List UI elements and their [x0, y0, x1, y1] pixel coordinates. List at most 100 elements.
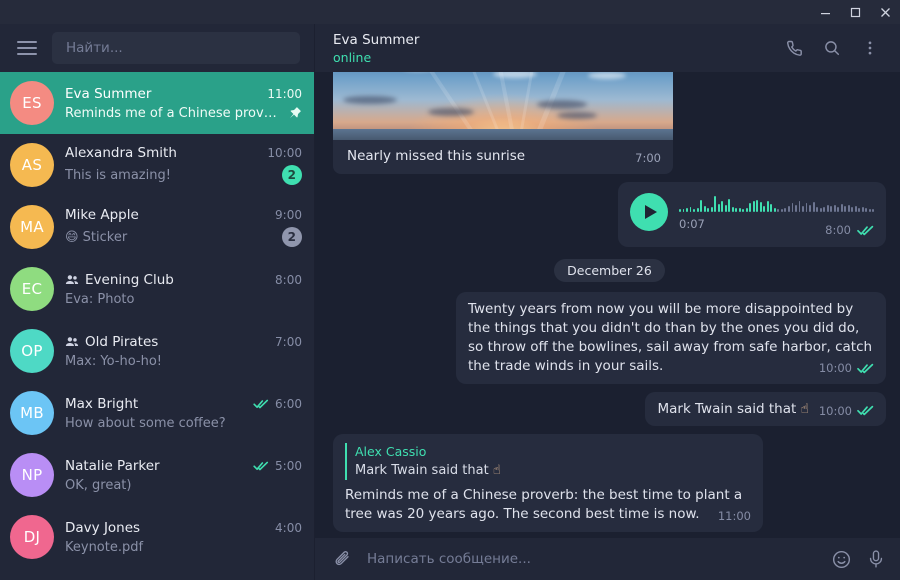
chat-header-title[interactable]: Eva Summer online [333, 32, 768, 65]
waveform-bar [766, 201, 769, 213]
waveform-bar [707, 208, 710, 213]
voice-waveform[interactable] [679, 192, 875, 213]
chat-list-item[interactable]: MA Mike Apple 9:00 😄 Sticker 2 [0, 196, 314, 258]
chat-header-actions [778, 32, 886, 64]
smiley-icon[interactable] [831, 549, 852, 570]
waveform-bar [745, 208, 748, 213]
waveform-bar [805, 203, 808, 213]
waveform-bar [868, 209, 871, 213]
waveform-bar [872, 209, 875, 213]
microphone-icon[interactable] [866, 549, 886, 569]
photo-message-bubble[interactable]: Nearly missed this sunrise 7:00 [333, 72, 673, 175]
quote-message-bubble[interactable]: Twenty years from now you will be more d… [456, 291, 886, 384]
chat-item-name: Davy Jones [65, 519, 141, 536]
chat-item-bottom-row: OK, great) [65, 478, 302, 493]
chat-list-item[interactable]: OP Old Pirates 7:00 Max: Yo-ho-ho! [0, 320, 314, 382]
waveform-bar [689, 207, 692, 213]
waveform-bar [749, 203, 752, 213]
chat-item-top-row: Eva Summer 11:00 [65, 86, 302, 102]
pin-icon [288, 106, 302, 120]
chat-item-name: Evening Club [85, 271, 174, 288]
reply-message-bubble[interactable]: Alex Cassio Mark Twain said that ☝ Remin… [333, 433, 763, 532]
chat-list-item[interactable]: NP Natalie Parker 5:00 OK, great) [0, 444, 314, 506]
chat-item-preview: Keynote.pdf [65, 539, 144, 555]
date-divider-label: December 26 [554, 258, 665, 282]
waveform-bar [847, 205, 850, 213]
chat-item-top-row: Davy Jones 4:00 [65, 520, 302, 536]
date-divider: December 26 [333, 258, 886, 282]
waveform-bar [837, 207, 840, 213]
search-icon[interactable] [816, 32, 848, 64]
chat-item-top-row: Mike Apple 9:00 [65, 207, 302, 223]
waveform-bar [742, 209, 745, 213]
chat-item-time: 9:00 [275, 208, 302, 222]
message-list[interactable]: Nearly missed this sunrise 7:00 0:07 8:0… [315, 72, 900, 538]
avatar: OP [10, 329, 54, 373]
chat-list-item[interactable]: EC Evening Club 8:00 Eva: Photo [0, 258, 314, 320]
more-vertical-icon[interactable] [854, 32, 886, 64]
chat-item-bottom-row: Max: Yo-ho-ho! [65, 354, 302, 369]
waveform-bar [770, 204, 773, 213]
waveform-bar [724, 205, 727, 213]
waveform-bar [777, 209, 780, 213]
chat-list-item[interactable]: DJ Davy Jones 4:00 Keynote.pdf [0, 506, 314, 568]
chat-item-preview: How about some coffee? [65, 415, 226, 431]
double-check-icon [253, 399, 269, 409]
reply-quote[interactable]: Alex Cassio Mark Twain said that ☝ [345, 442, 751, 481]
chat-item-name: Old Pirates [85, 333, 159, 350]
phone-icon[interactable] [778, 32, 810, 64]
reply-message-meta: 11:00 [718, 508, 751, 524]
waveform-bar [759, 202, 762, 213]
message-row-attribution: Mark Twain said that ☝ 10:00 [333, 391, 886, 426]
waveform-bar [700, 200, 703, 213]
sidebar: Найти... ES Eva Summer 11:00 Reminds me of … [0, 24, 315, 580]
chat-item-preview: This is amazing! [65, 167, 171, 183]
chat-item-name: Natalie Parker [65, 457, 160, 474]
reply-quote-body: Mark Twain said that [355, 462, 489, 478]
chat-item-content: Eva Summer 11:00 Reminds me of a Chinese p… [65, 86, 302, 121]
window-maximize-button[interactable] [840, 0, 870, 24]
double-check-icon [857, 225, 874, 236]
avatar: ES [10, 81, 54, 125]
window-minimize-button[interactable] [810, 0, 840, 24]
message-input[interactable]: Написать сообщение... [367, 551, 817, 567]
waveform-bar [731, 207, 734, 213]
waveform-bar [756, 200, 759, 213]
waveform-bar [865, 208, 868, 213]
chat-item-name: Eva Summer [65, 85, 152, 102]
waveform-bar [752, 201, 755, 213]
waveform-bar [703, 206, 706, 213]
waveform-bar [717, 204, 720, 213]
chat-pane: Eva Summer online Nearly missed this sun… [315, 24, 900, 580]
reply-message-text: Reminds me of a Chinese proverb: the bes… [345, 487, 743, 523]
hamburger-menu-icon[interactable] [12, 33, 42, 63]
waveform-bar [802, 206, 804, 213]
chat-item-bottom-row: Reminds me of a Chinese prover... [65, 106, 302, 121]
waveform-bar [763, 206, 766, 213]
avatar: AS [10, 143, 54, 187]
search-input[interactable]: Найти... [52, 32, 300, 64]
waveform-bar [679, 209, 681, 213]
attribution-message-bubble[interactable]: Mark Twain said that ☝ 10:00 [645, 391, 886, 426]
chat-item-name: Alexandra Smith [65, 145, 177, 161]
waveform-bar [823, 207, 826, 213]
waveform-bar [787, 206, 790, 213]
voice-message-bubble[interactable]: 0:07 8:00 [618, 182, 886, 247]
chat-item-time: 5:00 [275, 458, 302, 473]
paperclip-icon[interactable] [333, 549, 353, 569]
waveform-bar [728, 199, 731, 213]
waveform-bar [819, 208, 822, 213]
message-row-photo: Nearly missed this sunrise 7:00 [333, 72, 886, 175]
unread-badge: 2 [281, 227, 302, 247]
double-check-icon [857, 363, 874, 374]
chat-item-bottom-row: Eva: Photo [65, 292, 302, 307]
chat-list-item[interactable]: MB Max Bright 6:00 How about some coffee? [0, 382, 314, 444]
chat-list-item[interactable]: AS Alexandra Smith 10:00 This is amazing! 2 [0, 134, 314, 196]
chat-item-bottom-row: How about some coffee? [65, 416, 302, 431]
chat-item-top-row: Max Bright 6:00 [65, 396, 302, 412]
sunrise-photo[interactable] [333, 72, 673, 140]
chat-list-item[interactable]: ES Eva Summer 11:00 Reminds me of a Chinese… [0, 72, 314, 134]
chat-list[interactable]: ES Eva Summer 11:00 Reminds me of a Chinese… [0, 72, 314, 580]
window-close-button[interactable] [870, 0, 900, 24]
chat-item-preview: Eva: Photo [65, 291, 135, 307]
